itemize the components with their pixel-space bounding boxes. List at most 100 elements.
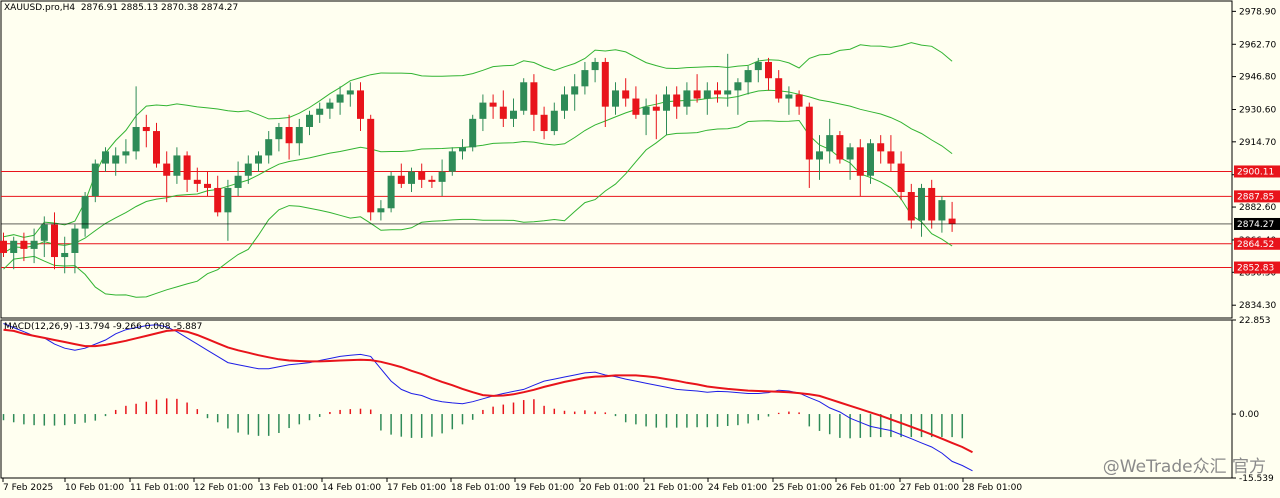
candle	[418, 163, 426, 188]
candle	[81, 192, 89, 237]
time-tick-label: 11 Feb 01:00	[130, 483, 189, 493]
candle-body	[91, 163, 99, 197]
macd-tick-label: 22.853	[1239, 316, 1271, 326]
candle	[897, 151, 905, 201]
price-tick-label: 2930.60	[1239, 106, 1276, 116]
candle	[816, 135, 823, 180]
time-tick-label: 26 Feb 01:00	[836, 483, 895, 493]
candle-body	[438, 171, 446, 182]
candle	[265, 131, 273, 164]
candle-body	[520, 82, 528, 111]
signal-line	[3, 328, 973, 454]
current-price-label: 2874.27	[1237, 220, 1274, 230]
candle	[153, 122, 160, 168]
candle-body	[836, 135, 844, 160]
candle-body	[785, 94, 793, 99]
candle-body	[734, 82, 742, 91]
candle-body	[510, 110, 517, 119]
price-tick-label: 2914.70	[1239, 138, 1276, 148]
candle-body	[714, 90, 721, 95]
candle	[510, 98, 517, 127]
candle-body	[663, 94, 670, 111]
candle	[938, 196, 946, 233]
candle-body	[918, 187, 925, 221]
chart-canvas[interactable]: 2978.902962.702946.802930.602914.702898.…	[0, 0, 1280, 493]
candle	[775, 70, 783, 103]
candle-body	[530, 82, 538, 115]
candle	[295, 118, 303, 156]
candle-body	[469, 118, 477, 148]
candle-body	[805, 106, 813, 160]
candle	[428, 175, 436, 188]
candle	[306, 110, 313, 136]
candle	[132, 86, 140, 160]
candle-body	[102, 151, 109, 164]
time-tick-label: 10 Feb 01:00	[65, 483, 124, 493]
macd-values: -13.794 -9.266 0.008 -5.887	[75, 322, 203, 332]
candle	[499, 90, 507, 127]
candle-body	[765, 61, 772, 79]
candle	[51, 212, 58, 270]
candle-body	[244, 163, 252, 176]
candle	[877, 135, 885, 164]
candle	[540, 106, 548, 140]
horizontal-line-label: 2864.52	[1237, 240, 1274, 250]
candle	[826, 118, 834, 164]
candle-body	[846, 147, 854, 160]
candle	[102, 147, 109, 172]
time-tick-label: 12 Feb 01:00	[194, 483, 253, 493]
candle-body	[591, 61, 599, 71]
candle-body	[550, 110, 558, 132]
candle-body	[0, 240, 7, 253]
candle	[805, 102, 813, 188]
candle-body	[306, 114, 313, 127]
time-tick-label: 18 Feb 01:00	[451, 483, 510, 493]
candle	[571, 74, 579, 111]
candle	[285, 114, 293, 160]
candle-body	[40, 224, 48, 241]
candle	[255, 151, 262, 172]
candle-body	[652, 106, 660, 111]
candle-body	[856, 147, 864, 176]
candle-body	[632, 98, 640, 115]
candle-body	[285, 126, 293, 144]
candle-body	[275, 126, 283, 140]
candle-body	[234, 175, 242, 188]
time-tick-label: 7 Feb 2025	[3, 483, 53, 493]
candle	[173, 147, 181, 184]
candle	[601, 57, 609, 127]
candle	[928, 179, 936, 229]
candle	[703, 82, 711, 115]
candle	[520, 78, 528, 115]
candle	[836, 131, 844, 164]
candle-body	[948, 218, 956, 224]
candle	[918, 183, 925, 237]
candle	[275, 122, 283, 152]
candle	[489, 94, 497, 119]
candle-body	[51, 224, 58, 258]
candle-body	[540, 114, 548, 132]
candle	[663, 86, 670, 136]
candle	[867, 139, 874, 184]
candle-body	[826, 135, 834, 152]
candle	[673, 86, 681, 119]
candle	[183, 151, 191, 193]
candle-body	[612, 90, 619, 107]
candle	[326, 98, 334, 119]
candle-body	[408, 171, 415, 184]
candle-body	[418, 171, 426, 180]
candle	[142, 114, 150, 148]
macd-tick-label: 0.00	[1239, 410, 1259, 420]
candle	[550, 102, 558, 136]
candle-body	[153, 131, 160, 164]
candle-body	[448, 151, 456, 172]
candle-body	[316, 108, 324, 115]
candle-body	[193, 179, 201, 184]
candle-body	[877, 143, 885, 152]
candle	[244, 155, 252, 184]
horizontal-line-label: 2887.85	[1237, 192, 1274, 202]
ohlc-readout: 2876.91 2885.13 2870.38 2874.27	[80, 3, 239, 13]
candle	[224, 179, 232, 241]
candle-body	[183, 155, 191, 180]
trading-chart[interactable]: 2978.902962.702946.802930.602914.702898.…	[0, 0, 1280, 493]
